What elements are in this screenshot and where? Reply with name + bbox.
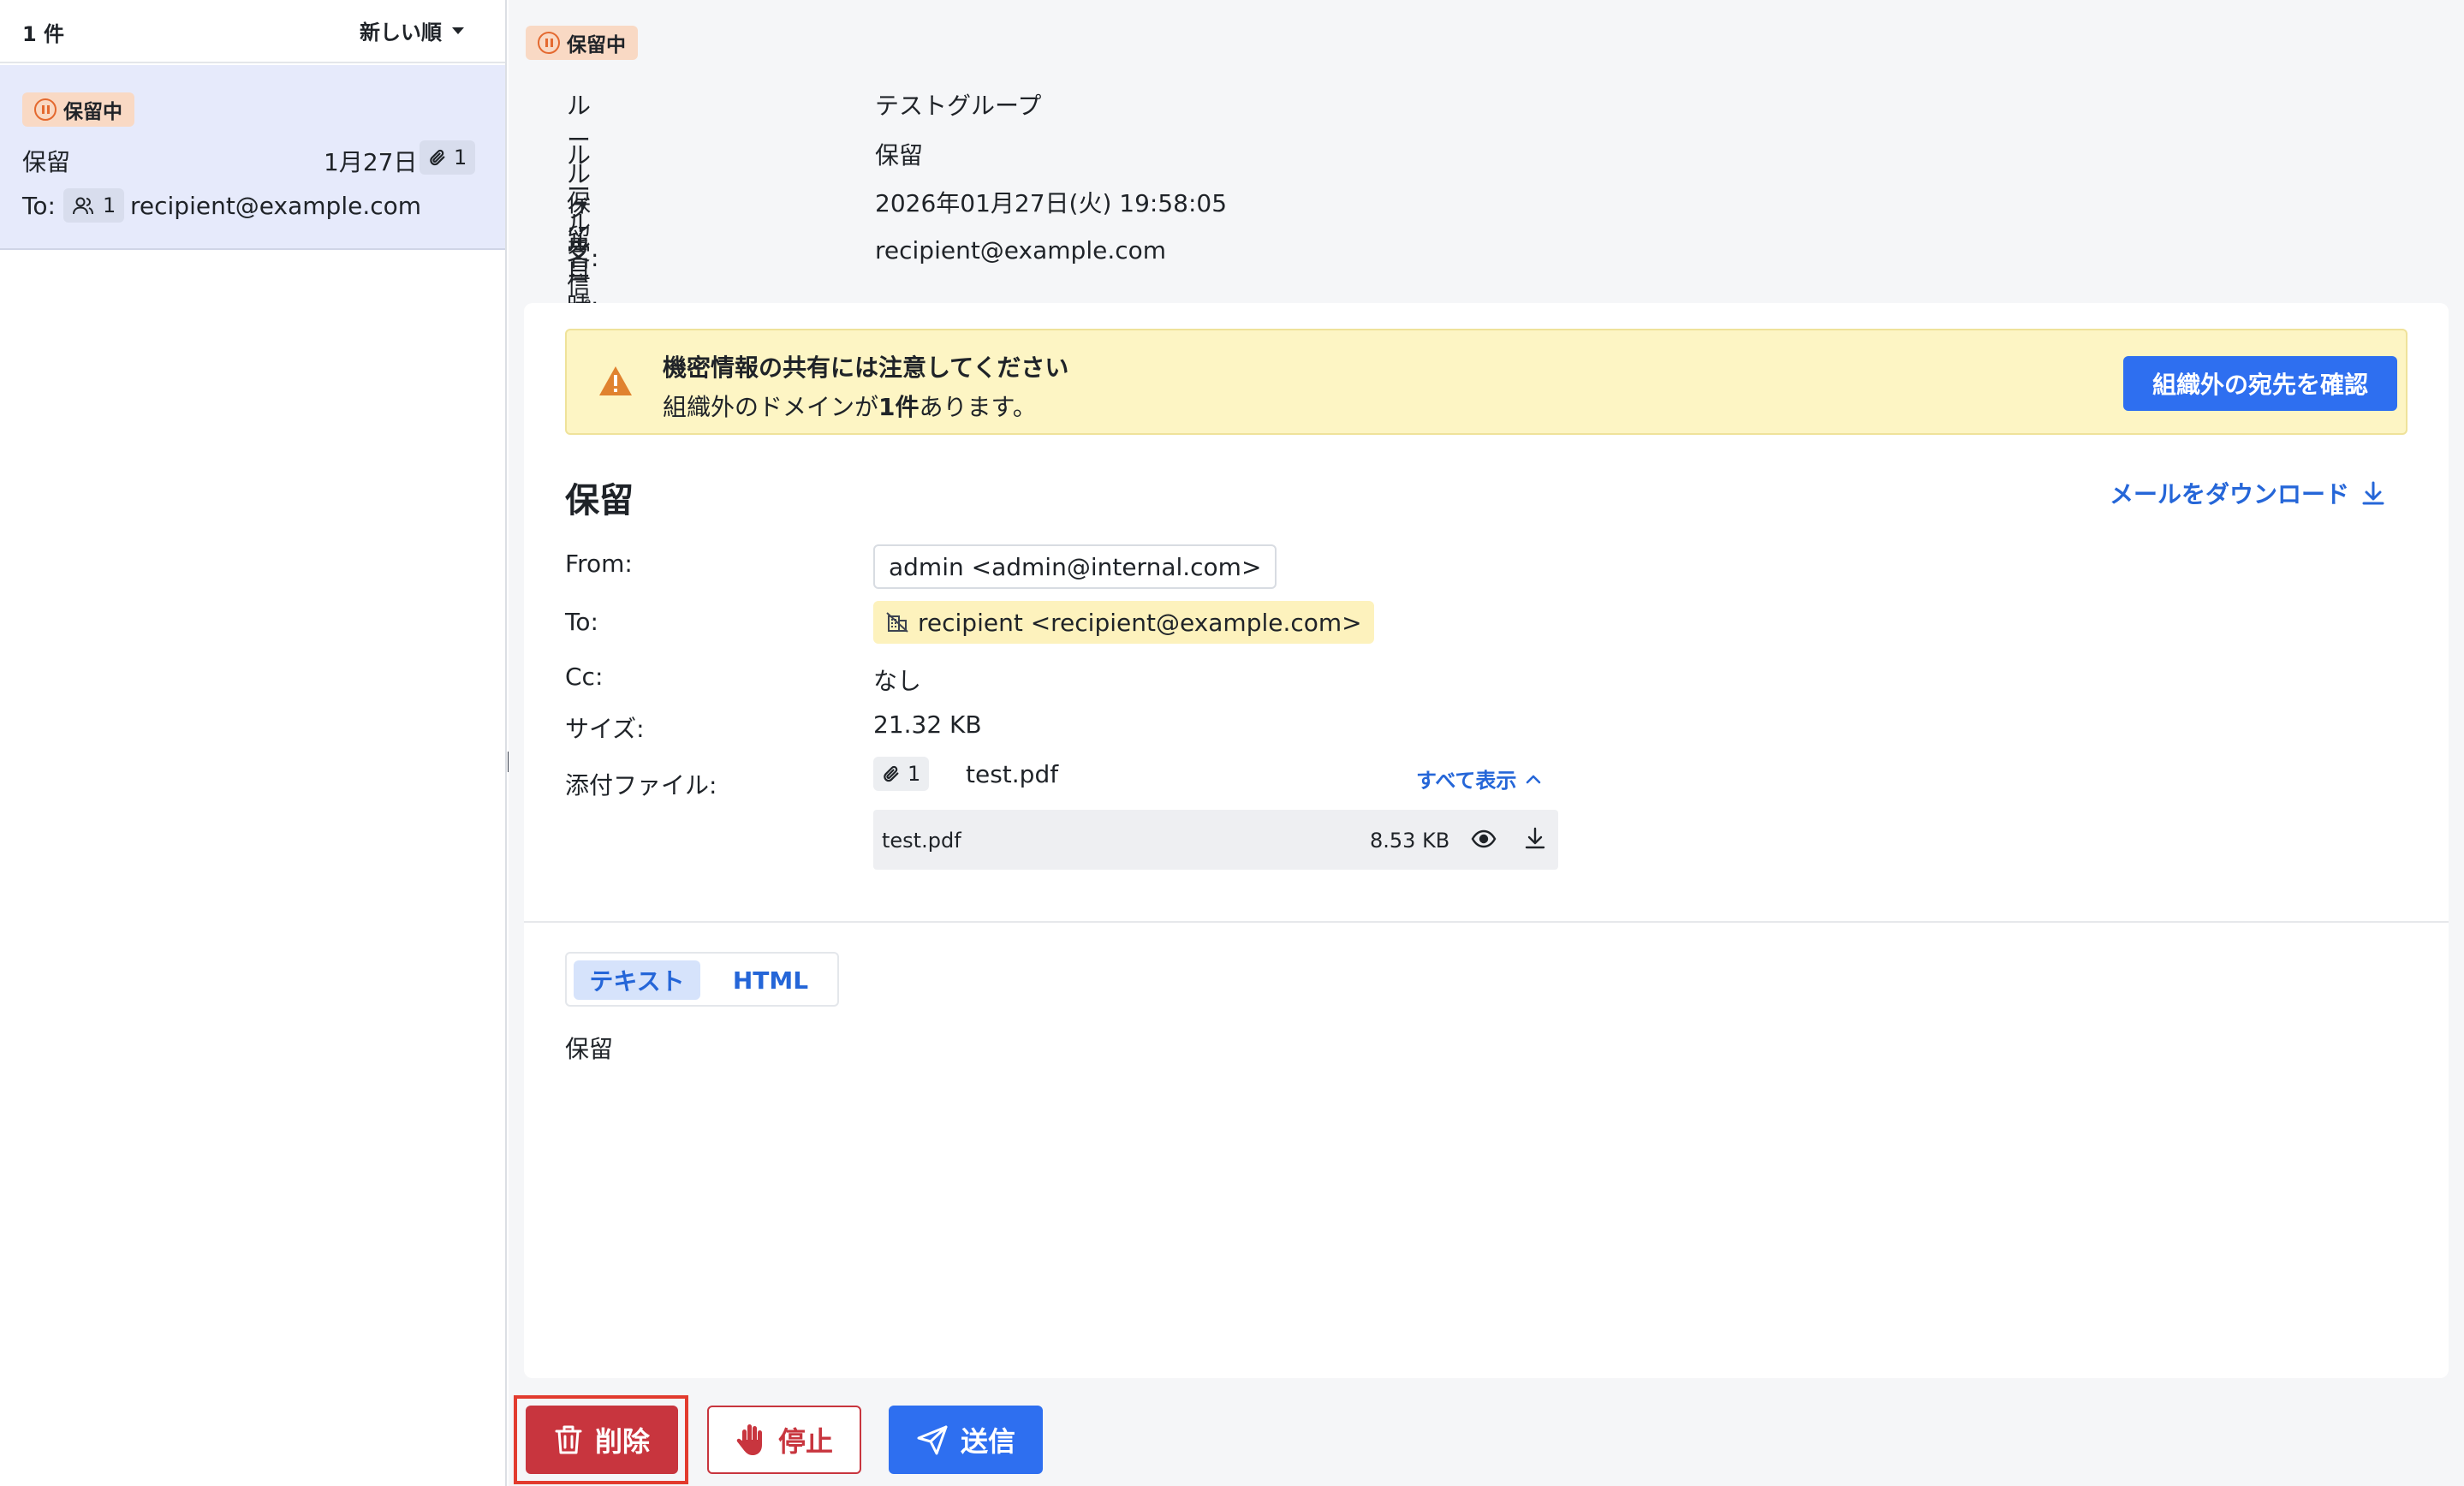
status-label: 保留中 xyxy=(567,34,626,56)
sort-label: 新しい順 xyxy=(360,21,442,45)
size-value: 21.32 KB xyxy=(873,710,982,739)
confirm-external-recipients-button[interactable]: 組織外の宛先を確認 xyxy=(2123,356,2397,411)
warning-body-suffix: あります。 xyxy=(919,393,1037,421)
warning-triangle-icon xyxy=(599,366,632,395)
item-subject: 保留 xyxy=(22,148,71,176)
users-icon xyxy=(73,197,93,215)
eye-icon[interactable] xyxy=(1471,827,1497,851)
delete-label: 削除 xyxy=(594,1425,650,1458)
pause-circle-icon xyxy=(538,32,560,54)
meta-value: テストグループ xyxy=(875,92,1042,120)
attachment-summary-name: test.pdf xyxy=(966,760,1059,788)
message-detail-panel: 保留中 ルールグループ名: テストグループ ルール名: 保留 保留日時: 202… xyxy=(509,0,2464,1486)
attachment-name: test.pdf xyxy=(882,829,961,853)
recipient-count-badge: 1 xyxy=(63,188,125,223)
cc-value: なし xyxy=(873,667,922,695)
attachment-count: 1 xyxy=(908,762,921,786)
to-address: recipient <recipient@example.com> xyxy=(918,608,1362,637)
send-label: 送信 xyxy=(960,1425,1015,1458)
status-badge: 保留中 xyxy=(22,92,134,127)
download-mail-label: メールをダウンロード xyxy=(2110,480,2350,508)
warning-body: 組織外のドメインが1件あります。 xyxy=(663,389,1037,423)
attachment-count-badge: 1 xyxy=(420,140,476,175)
from-address: admin <admin@internal.com> xyxy=(873,544,1277,589)
body-format-tabs: テキスト HTML xyxy=(565,952,839,1007)
attachments-label: 添付ファイル: xyxy=(565,771,717,799)
section-divider xyxy=(524,921,2449,923)
warning-body-count: 1件 xyxy=(878,393,920,421)
send-button[interactable]: 送信 xyxy=(889,1406,1043,1474)
show-all-attachments-toggle[interactable]: すべて表示 xyxy=(1416,764,1542,794)
caret-down-icon xyxy=(452,27,464,34)
stop-label: 停止 xyxy=(777,1425,833,1458)
paperclip-icon xyxy=(430,149,445,166)
mail-body: 保留 xyxy=(565,1035,614,1063)
tab-html[interactable]: HTML xyxy=(711,960,830,1000)
attachment-size: 8.53 KB xyxy=(1370,829,1450,853)
meta-value: 2026年01月27日(火) 19:58:05 xyxy=(875,189,1228,217)
to-address-chip: recipient <recipient@example.com> xyxy=(873,601,1374,644)
trash-icon xyxy=(555,1425,582,1454)
from-label: From: xyxy=(565,550,633,578)
send-icon xyxy=(917,1425,948,1455)
warning-banner: 機密情報の共有には注意してください 組織外のドメインが1件あります。 組織外の宛… xyxy=(565,329,2407,435)
meta-value: recipient@example.com xyxy=(875,236,1167,265)
external-domain-icon xyxy=(886,612,908,633)
item-to-label: To: xyxy=(22,192,56,220)
stop-button[interactable]: 停止 xyxy=(707,1406,861,1474)
mail-card: 機密情報の共有には注意してください 組織外のドメインが1件あります。 組織外の宛… xyxy=(524,303,2449,1378)
to-label: To: xyxy=(565,608,598,636)
download-mail-link[interactable]: メールをダウンロード xyxy=(2110,476,2385,510)
show-all-label: すべて表示 xyxy=(1416,769,1517,793)
sort-select[interactable]: 新しい順 xyxy=(360,15,464,45)
attachment-row: test.pdf 8.53 KB xyxy=(873,810,1558,870)
attachment-count-badge: 1 xyxy=(873,757,930,791)
pause-circle-icon xyxy=(34,98,57,121)
paperclip-icon xyxy=(884,765,899,782)
message-list-panel: 1 件 新しい順 保留中 保留 1月27日 1 To: 1 recipient@… xyxy=(0,0,507,1486)
chevron-up-icon xyxy=(1527,775,1541,783)
message-count: 1 件 xyxy=(22,22,65,46)
warning-title: 機密情報の共有には注意してください xyxy=(663,354,1069,382)
mail-title: 保留 xyxy=(565,481,634,520)
download-icon[interactable] xyxy=(1524,825,1546,851)
hand-stop-icon xyxy=(736,1424,762,1455)
warning-body-prefix: 組織外のドメインが xyxy=(663,393,879,421)
tab-text[interactable]: テキスト xyxy=(574,960,700,1000)
delete-button[interactable]: 削除 xyxy=(526,1406,678,1474)
status-badge: 保留中 xyxy=(526,26,638,60)
size-label: サイズ: xyxy=(565,715,645,743)
item-date: 1月27日 xyxy=(324,148,418,176)
attachment-count: 1 xyxy=(454,146,467,169)
list-header: 1 件 新しい順 xyxy=(0,0,505,63)
download-icon xyxy=(2362,481,2384,505)
meta-value: 保留 xyxy=(875,141,924,169)
item-recipient: recipient@example.com xyxy=(130,192,422,220)
recipient-count: 1 xyxy=(103,193,116,217)
cc-label: Cc: xyxy=(565,663,604,691)
status-label: 保留中 xyxy=(63,101,122,123)
list-item[interactable]: 保留中 保留 1月27日 1 To: 1 recipient@example.c… xyxy=(0,65,505,250)
